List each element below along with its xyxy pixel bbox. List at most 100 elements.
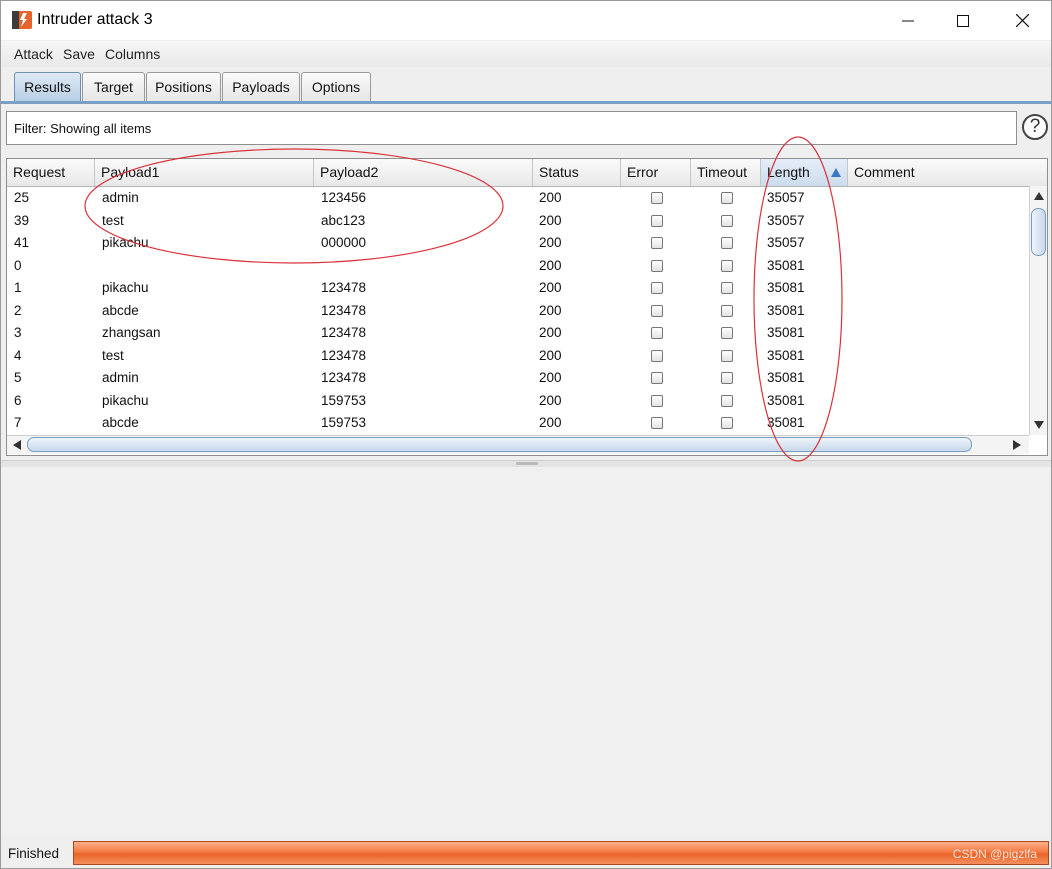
cell-request: 6 <box>14 392 22 408</box>
tab-underline <box>1 101 1051 104</box>
close-button[interactable] <box>994 1 1050 40</box>
timeout-checkbox <box>721 304 733 317</box>
cell-status: 200 <box>539 190 562 205</box>
cell-payload2: 123456 <box>321 190 367 205</box>
error-checkbox <box>651 417 663 429</box>
error-checkbox <box>651 259 663 272</box>
cell-payload1: admin <box>102 370 139 385</box>
tab-target[interactable]: Target <box>82 72 145 101</box>
cell-payload1: pikachu <box>102 392 149 408</box>
column-header-payload2[interactable]: Payload2 <box>314 159 533 186</box>
column-header-error[interactable]: Error <box>621 159 691 186</box>
error-checkbox <box>651 192 663 204</box>
cell-payload2: 123478 <box>321 302 367 318</box>
timeout-checkbox <box>721 372 733 384</box>
menu-save[interactable]: Save <box>63 46 95 62</box>
table-row[interactable]: 4 test 123478 200 35081 <box>7 345 1029 367</box>
cell-length: 35057 <box>767 190 805 205</box>
cell-request: 1 <box>14 280 22 295</box>
table-row[interactable]: 25 admin 123456 200 35057 <box>7 187 1029 209</box>
error-checkbox <box>651 394 663 407</box>
minimize-button[interactable] <box>880 1 936 40</box>
timeout-checkbox <box>721 192 733 204</box>
table-row[interactable]: 41 pikachu 000000 200 35057 <box>7 232 1029 254</box>
cell-payload1: abcde <box>102 302 139 318</box>
tab-payloads[interactable]: Payloads <box>222 72 300 101</box>
column-header-request[interactable]: Request <box>7 159 95 186</box>
cell-status: 200 <box>539 347 562 363</box>
cell-payload1: test <box>102 347 124 363</box>
help-icon[interactable]: ? <box>1022 114 1048 140</box>
cell-payload2: 123478 <box>321 370 367 385</box>
divider-grip[interactable] <box>516 462 538 465</box>
filter-bar[interactable]: Filter: Showing all items <box>6 111 1017 145</box>
status-label: Finished <box>8 846 60 861</box>
cell-payload2: abc123 <box>321 212 366 228</box>
column-header-length[interactable]: Length <box>761 159 848 186</box>
cell-status: 200 <box>539 212 562 228</box>
column-header-payload1[interactable]: Payload1 <box>95 159 314 186</box>
table-row[interactable]: 2 abcde 123478 200 35081 <box>7 300 1029 322</box>
menu-columns[interactable]: Columns <box>105 46 160 62</box>
horizontal-scrollbar[interactable] <box>7 435 1029 454</box>
maximize-button[interactable] <box>935 1 991 40</box>
cell-request: 7 <box>14 415 22 430</box>
scroll-right-icon[interactable] <box>1013 440 1021 450</box>
cell-request: 39 <box>14 212 30 228</box>
menu-bar: Attack Save Columns <box>1 41 1051 67</box>
scroll-up-icon[interactable] <box>1034 192 1044 200</box>
column-header-comment[interactable]: Comment <box>848 159 1047 186</box>
error-checkbox <box>651 349 663 362</box>
table-row[interactable]: 0 200 35081 <box>7 255 1029 277</box>
watermark: CSDN @pigzlfa <box>952 847 1037 861</box>
column-header-timeout[interactable]: Timeout <box>691 159 761 186</box>
cell-payload2: 123478 <box>321 325 367 340</box>
cell-payload1: abcde <box>102 415 139 430</box>
cell-request: 41 <box>14 235 30 250</box>
maximize-icon <box>957 14 969 27</box>
timeout-checkbox <box>721 237 733 249</box>
vertical-scrollbar[interactable] <box>1029 186 1047 435</box>
table-row[interactable]: 6 pikachu 159753 200 35081 <box>7 390 1029 412</box>
cell-request: 3 <box>14 325 22 340</box>
cell-request: 5 <box>14 370 22 385</box>
vertical-scroll-thumb[interactable] <box>1031 208 1046 256</box>
cell-payload2: 000000 <box>321 235 367 250</box>
table-row[interactable]: 5 admin 123478 200 35081 <box>7 367 1029 389</box>
scroll-down-icon[interactable] <box>1034 421 1044 429</box>
cell-status: 200 <box>539 392 562 408</box>
table-row[interactable]: 1 pikachu 123478 200 35081 <box>7 277 1029 299</box>
error-checkbox <box>651 327 663 339</box>
timeout-checkbox <box>721 327 733 339</box>
cell-status: 200 <box>539 325 562 340</box>
tab-bar: Results Target Positions Payloads Option… <box>1 68 1051 103</box>
table-row[interactable]: 7 abcde 159753 200 35081 <box>7 412 1029 434</box>
cell-request: 0 <box>14 257 22 273</box>
cell-length: 35081 <box>767 302 805 318</box>
menu-attack[interactable]: Attack <box>14 46 53 62</box>
cell-payload2: 123478 <box>321 347 367 363</box>
detail-pane <box>1 467 1051 837</box>
error-checkbox <box>651 214 663 227</box>
filter-text: Filter: Showing all items <box>14 121 152 136</box>
tab-options[interactable]: Options <box>301 72 371 101</box>
horizontal-scroll-thumb[interactable] <box>27 437 972 452</box>
error-checkbox <box>651 237 663 249</box>
cell-request: 2 <box>14 302 22 318</box>
tab-results[interactable]: Results <box>14 72 81 101</box>
table-row[interactable]: 39 test abc123 200 35057 <box>7 210 1029 232</box>
intruder-window: Intruder attack 3 Attack Save Columns Re… <box>0 0 1052 869</box>
cell-length: 35081 <box>767 257 805 273</box>
cell-length: 35081 <box>767 415 805 430</box>
cell-status: 200 <box>539 235 562 250</box>
progress-bar <box>73 841 1049 865</box>
timeout-checkbox <box>721 394 733 407</box>
tab-positions[interactable]: Positions <box>146 72 221 101</box>
cell-payload1: pikachu <box>102 280 149 295</box>
cell-length: 35081 <box>767 280 805 295</box>
column-header-status[interactable]: Status <box>533 159 621 186</box>
timeout-checkbox <box>721 417 733 429</box>
cell-status: 200 <box>539 302 562 318</box>
table-row[interactable]: 3 zhangsan 123478 200 35081 <box>7 322 1029 344</box>
scroll-left-icon[interactable] <box>13 440 21 450</box>
